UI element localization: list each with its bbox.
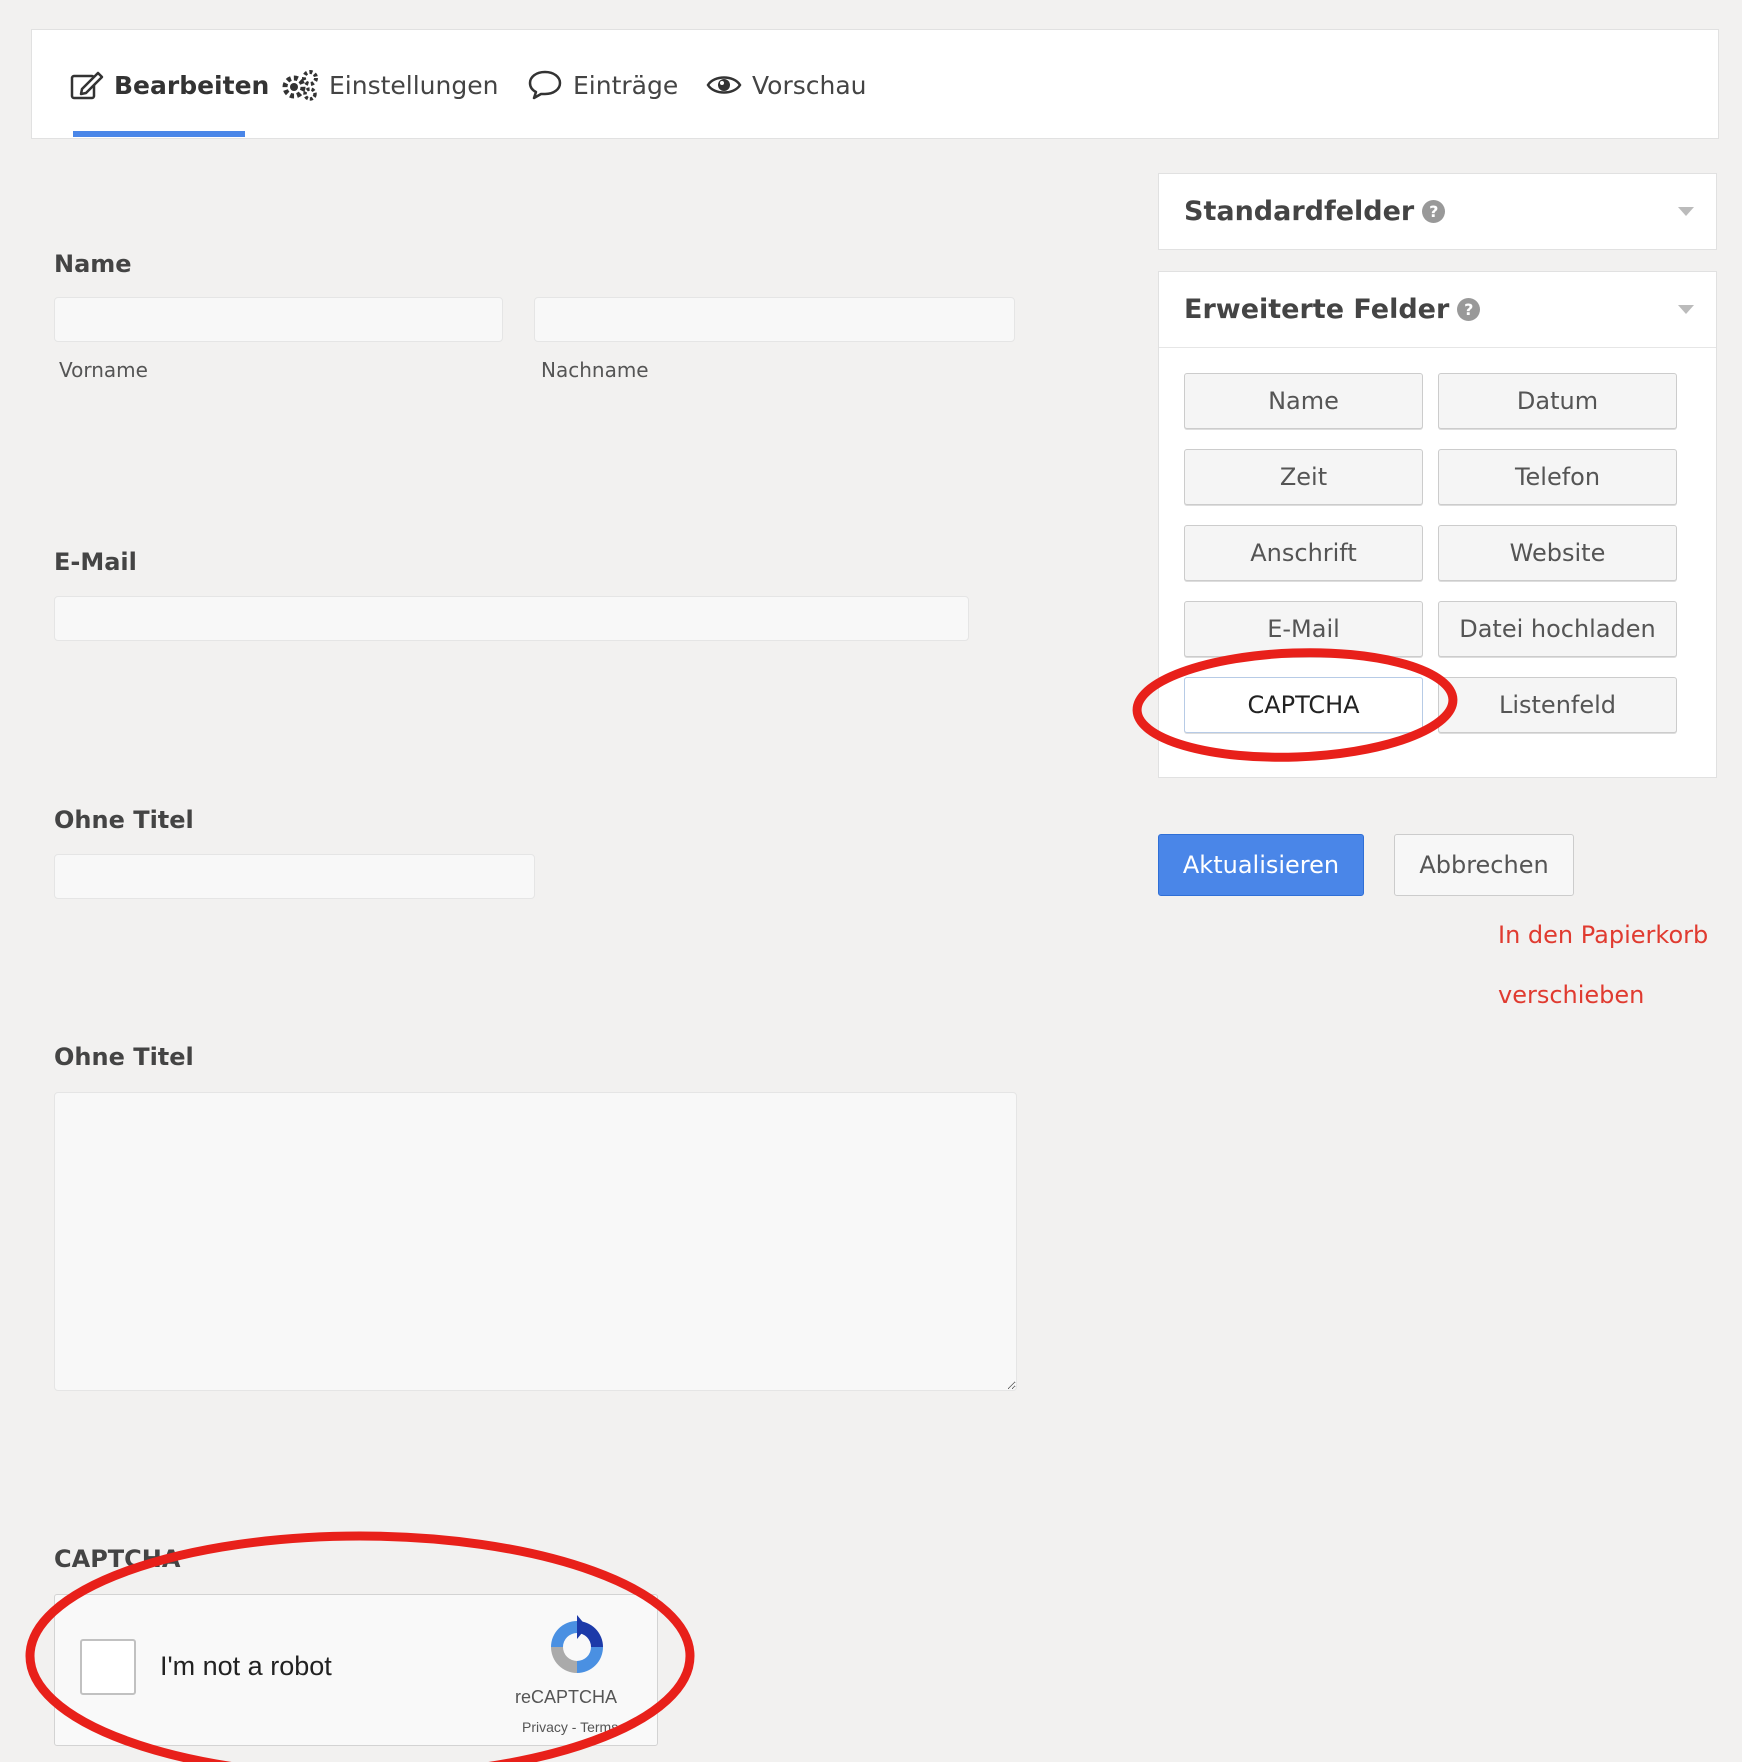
edit-icon (70, 71, 104, 100)
recaptcha-widget: I'm not a robot reCAPTCHA Privacy - Term… (54, 1594, 658, 1746)
tab-label: Vorschau (752, 70, 867, 100)
tab-label: Einträge (573, 70, 679, 100)
active-tab-indicator (73, 131, 245, 137)
panel-title: Standardfelder (1184, 196, 1415, 227)
add-captcha-field-button[interactable]: CAPTCHA (1184, 677, 1423, 733)
recaptcha-privacy-terms[interactable]: Privacy - Terms (522, 1719, 618, 1735)
email-field-label: E-Mail (54, 548, 137, 576)
editor-tab-bar: Bearbeiten Einstellungen Einträge Vorsch… (31, 29, 1719, 139)
eye-icon (706, 76, 742, 94)
add-file-upload-field-button[interactable]: Datei hochladen (1438, 601, 1677, 657)
recaptcha-checkbox-text: I'm not a robot (160, 1651, 332, 1681)
untitled-textarea-label: Ohne Titel (54, 1043, 194, 1071)
untitled-text-input[interactable] (54, 854, 535, 899)
tab-eintraege[interactable]: Einträge (527, 64, 678, 106)
add-website-field-button[interactable]: Website (1438, 525, 1677, 581)
chevron-down-icon (1678, 207, 1694, 216)
speech-bubble-icon (528, 70, 562, 100)
name-field-label: Name (54, 250, 132, 278)
recaptcha-logo-icon (551, 1615, 603, 1673)
last-name-sublabel: Nachname (541, 358, 649, 382)
last-name-input[interactable] (534, 297, 1015, 342)
chevron-down-icon (1678, 305, 1694, 314)
update-button[interactable]: Aktualisieren (1158, 834, 1364, 896)
add-time-field-button[interactable]: Zeit (1184, 449, 1423, 505)
email-input[interactable] (54, 596, 969, 641)
help-icon[interactable]: ? (1457, 298, 1481, 321)
cancel-button[interactable]: Abbrechen (1394, 834, 1574, 896)
move-to-trash-link[interactable]: In den Papierkorb verschieben (1498, 905, 1728, 1025)
tab-einstellungen[interactable]: Einstellungen (281, 64, 498, 106)
gears-icon (282, 70, 318, 101)
add-listbox-field-button[interactable]: Listenfeld (1438, 677, 1677, 733)
untitled-textarea[interactable] (54, 1092, 1017, 1391)
tab-label: Bearbeiten (114, 70, 270, 100)
add-name-field-button[interactable]: Name (1184, 373, 1423, 429)
standard-fields-panel: Standardfelder ? (1158, 173, 1717, 250)
tab-vorschau[interactable]: Vorschau (706, 64, 867, 106)
captcha-field-label: CAPTCHA (54, 1545, 181, 1573)
add-phone-field-button[interactable]: Telefon (1438, 449, 1677, 505)
advanced-fields-header[interactable]: Erweiterte Felder ? (1159, 272, 1716, 347)
advanced-fields-panel: Erweiterte Felder ? Name Datum Zeit Tele… (1158, 271, 1717, 778)
tab-label: Einstellungen (329, 70, 499, 100)
add-email-field-button[interactable]: E-Mail (1184, 601, 1423, 657)
panel-title: Erweiterte Felder (1184, 294, 1450, 325)
untitled-field-label: Ohne Titel (54, 806, 194, 834)
recaptcha-checkbox[interactable] (80, 1639, 136, 1695)
help-icon[interactable]: ? (1422, 200, 1446, 223)
add-address-field-button[interactable]: Anschrift (1184, 525, 1423, 581)
field-buttons-grid: Name Datum Zeit Telefon Anschrift Websit… (1159, 347, 1716, 777)
add-date-field-button[interactable]: Datum (1438, 373, 1677, 429)
standard-fields-header[interactable]: Standardfelder ? (1159, 174, 1716, 249)
recaptcha-brand: reCAPTCHA (515, 1687, 618, 1707)
first-name-input[interactable] (54, 297, 503, 342)
first-name-sublabel: Vorname (59, 358, 148, 382)
tab-bearbeiten[interactable]: Bearbeiten (70, 64, 269, 106)
